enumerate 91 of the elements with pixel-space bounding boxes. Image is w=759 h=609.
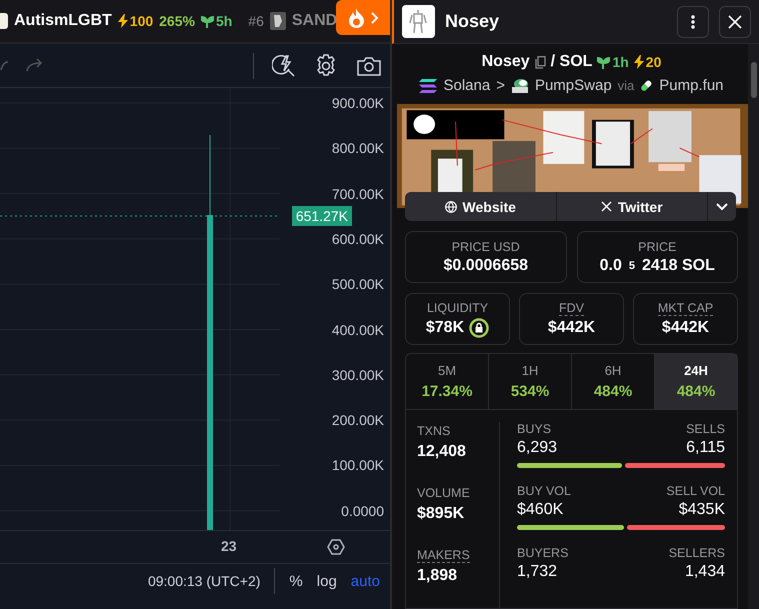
stat-label: BUY VOL [517,484,571,498]
dex-name: PumpSwap [534,77,612,94]
settings-icon[interactable] [314,54,338,78]
stat-label: BUYS [517,422,552,436]
globe-icon [444,200,457,212]
sprout-icon [597,56,610,68]
route-separator: > [496,77,505,94]
stat-label: BUYERS [517,546,568,560]
token-logo [270,12,286,30]
more-button[interactable] [677,6,709,38]
stat-label: TXNS [417,424,450,438]
price-axis-label: 600.00K [332,230,384,248]
scale-button[interactable]: % [289,572,303,590]
price-change: 265% [159,13,195,29]
scale-button[interactable]: log [316,572,337,590]
boost-count: 20 [646,54,662,70]
price-axis-label: 200.00K [332,411,384,430]
card-value: $78K [426,318,464,336]
twitter-link[interactable]: Twitter [556,192,708,221]
pair-age: 1h [612,54,629,70]
period-tab[interactable]: 24H 484% [655,354,737,409]
token-age: 5h [216,13,232,29]
price-axis-label: 400.00K [332,320,384,338]
more-icon [691,14,695,28]
stat-label: SELL VOL [666,484,725,498]
redo-icon[interactable] [26,58,44,72]
price-axis-label: 900.00K [332,94,384,112]
stat-value: 1,434 [684,563,725,581]
stat-label: SELLERS [668,546,725,560]
token-name: AutismLGBT [14,12,112,30]
launchpad-name: Pump.fun [659,77,724,94]
price-axis-label: 800.00K [332,139,384,158]
stat-value: 6,293 [517,439,558,457]
clock-label: 09:00:13 (UTC+2) [148,573,260,589]
price-axis-label: 300.00K [332,366,384,384]
chain-name: Solana [443,77,490,94]
current-price-label: 651.27K [292,206,352,226]
card-label: PRICE [638,240,676,254]
boost-count: 100 [130,13,154,29]
close-icon [728,14,742,28]
stat-label: MAKERS [417,548,470,563]
card-value: $442K [548,319,596,337]
base-token: Nosey [482,53,530,71]
card-value: $442K [662,319,710,337]
price-axis-label: 0.0000 [341,502,384,520]
price-axis-label: 500.00K [332,275,384,294]
scrollbar[interactable] [748,44,759,609]
card-label: LIQUIDITY [426,300,488,314]
period-tab[interactable]: 1H 534% [489,354,572,409]
trending-button[interactable] [336,0,390,35]
x-icon [600,201,612,212]
card-label: MKT CAP [658,301,714,316]
lightning-icon [118,14,128,28]
token-logo [0,13,8,29]
chevron-right-icon [371,12,378,24]
stat-label: VOLUME [417,486,470,500]
hexagon-icon[interactable] [327,539,345,555]
close-button[interactable] [719,6,751,38]
stat-value: 1,732 [517,563,558,581]
card-label: PRICE USD [452,240,520,254]
card-value: $0.0006658 [443,256,528,274]
quote-token: / SOL [550,53,592,71]
token-title: Nosey [445,11,500,32]
token-name: SAND [292,12,338,30]
sprout-icon [200,14,214,28]
scale-button[interactable]: auto [350,572,380,590]
website-link[interactable]: Website [405,192,556,221]
card-label: FDV [559,301,584,316]
zoom-lightning-icon[interactable] [272,54,296,78]
stat-label: SELLS [686,422,725,436]
price-axis-label: 100.00K [332,456,384,474]
via-label: via [618,78,634,93]
stat-value: $435K [678,501,725,519]
rank-label: #6 [248,13,264,29]
price-axis-label: 700.00K [332,184,384,203]
stat-value: 12,408 [417,443,467,461]
time-axis-label: 23 [221,538,237,554]
stat-value: $460K [517,501,564,519]
period-tab[interactable]: 5M 17.34% [406,354,489,409]
stat-value: $895K [417,505,466,523]
stat-value: 6,115 [686,439,725,457]
dex-icon [510,78,529,93]
chevron-down-icon [716,202,728,210]
stat-value: 1,898 [417,567,458,585]
flame-icon [348,8,365,28]
camera-icon[interactable] [356,54,382,76]
copy-icon[interactable] [534,56,546,68]
lightning-icon [634,55,644,69]
pill-icon [640,79,654,92]
solana-icon [419,78,438,92]
token-avatar [402,5,435,38]
